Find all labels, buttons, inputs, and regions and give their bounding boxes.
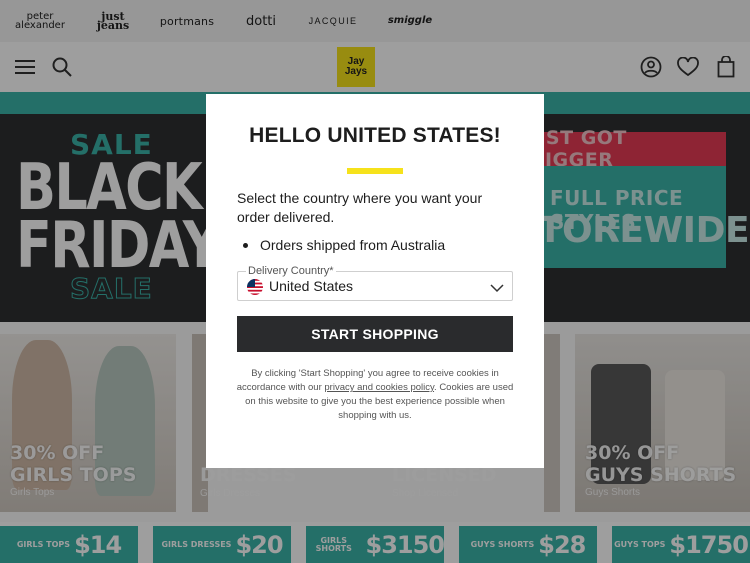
us-flag-icon [247,279,263,295]
cookie-disclaimer: By clicking 'Start Shopping' you agree t… [236,368,514,421]
privacy-policy-link[interactable]: privacy and cookies policy [324,382,434,393]
shipping-note: Orders shipped from Australia [243,237,445,253]
title-underline [347,168,403,174]
country-selector-modal: HELLO UNITED STATES! Select the country … [206,94,544,468]
chevron-down-icon [490,281,504,293]
select-value: United States [269,278,354,294]
shipping-note-text: Orders shipped from Australia [260,237,446,253]
modal-title: HELLO UNITED STATES! [249,124,501,147]
select-label: Delivery Country* [246,265,336,277]
modal-prompt: Select the country where you want your o… [237,190,483,225]
bullet-icon [243,242,248,248]
delivery-country-select[interactable]: Delivery Country* United States [237,265,513,301]
start-shopping-button[interactable]: START SHOPPING [237,316,513,352]
